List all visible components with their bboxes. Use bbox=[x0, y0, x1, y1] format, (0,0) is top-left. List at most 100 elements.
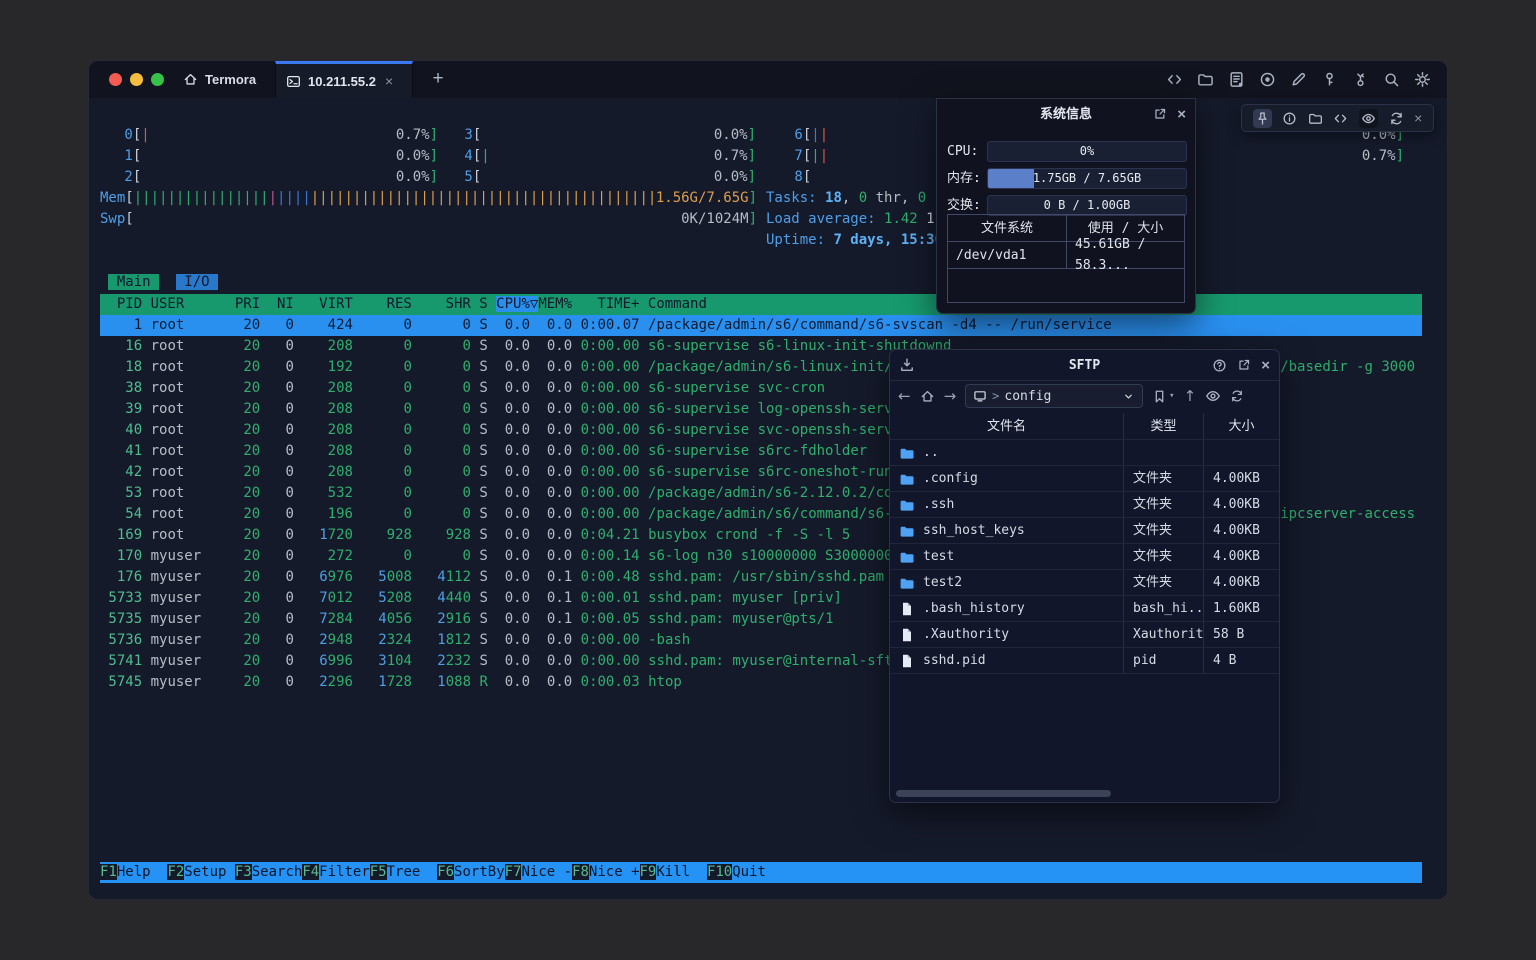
plus-icon: + bbox=[432, 68, 443, 90]
fkey-action-F7[interactable]: Nice - bbox=[521, 864, 572, 880]
fkey-F6[interactable]: F6 bbox=[437, 864, 454, 880]
open-in-window-icon[interactable] bbox=[1153, 107, 1167, 121]
new-tab-button[interactable]: + bbox=[425, 66, 451, 92]
minimize-window-button[interactable] bbox=[130, 73, 143, 86]
col-filename[interactable]: 文件名 bbox=[890, 416, 1123, 437]
close-tab-icon[interactable]: × bbox=[385, 73, 393, 89]
file-row[interactable]: sshd.pid pid 4 B bbox=[890, 647, 1279, 673]
file-row[interactable]: .. bbox=[890, 439, 1279, 465]
file-row[interactable]: .ssh 文件夹 4.00KB bbox=[890, 491, 1279, 517]
htop-table-header[interactable]: PID USER PRI NI VIRT RES SHR S CPU%▽MEM%… bbox=[100, 294, 1422, 315]
home-tab[interactable]: Termora bbox=[183, 61, 256, 98]
pin-icon[interactable] bbox=[1253, 109, 1272, 128]
sftp-toolbar: ← → > config ▾ ↑ bbox=[890, 381, 1279, 411]
horizontal-scrollbar[interactable] bbox=[896, 790, 1111, 797]
file-row[interactable]: .config 文件夹 4.00KB bbox=[890, 465, 1279, 491]
help-icon[interactable] bbox=[1212, 358, 1227, 373]
folder-icon bbox=[899, 523, 915, 539]
home-icon[interactable] bbox=[920, 389, 935, 404]
keychain-icon[interactable] bbox=[1352, 71, 1369, 88]
forward-icon[interactable]: → bbox=[944, 386, 957, 407]
record-icon[interactable] bbox=[1259, 71, 1276, 88]
cpu-meter-5: 5[0.0%] bbox=[456, 167, 756, 188]
fkey-action-F10[interactable]: Quit bbox=[732, 864, 783, 880]
fkey-action-F8[interactable]: Nice + bbox=[589, 864, 640, 880]
close-window-button[interactable] bbox=[109, 73, 122, 86]
code-icon[interactable] bbox=[1166, 71, 1183, 88]
fkey-action-F9[interactable]: Kill bbox=[656, 864, 707, 880]
folder-icon bbox=[899, 471, 915, 487]
terminal[interactable]: × 系统信息 × CPU: 0% 内存: 1.75GB / 7.65GB 交换:… bbox=[89, 98, 1447, 899]
close-icon[interactable]: × bbox=[1414, 108, 1422, 129]
close-panel-icon[interactable]: × bbox=[1177, 104, 1186, 125]
app-window: Termora 10.211.55.2 × + × 系统信息 × CPU: 0% bbox=[88, 60, 1448, 900]
search-icon[interactable] bbox=[1383, 71, 1400, 88]
path-segment: config bbox=[1004, 386, 1051, 407]
settings-icon[interactable] bbox=[1414, 71, 1431, 88]
download-icon[interactable] bbox=[899, 357, 915, 373]
fkey-F8[interactable]: F8 bbox=[572, 864, 589, 880]
eye-icon[interactable] bbox=[1205, 388, 1221, 404]
file-row[interactable]: ssh_host_keys 文件夹 4.00KB bbox=[890, 517, 1279, 543]
fkey-F9[interactable]: F9 bbox=[640, 864, 657, 880]
fkey-action-F2[interactable]: Setup bbox=[184, 864, 235, 880]
fkey-F2[interactable]: F2 bbox=[167, 864, 184, 880]
fkey-F7[interactable]: F7 bbox=[505, 864, 522, 880]
fkey-F3[interactable]: F3 bbox=[235, 864, 252, 880]
close-panel-icon[interactable]: × bbox=[1261, 355, 1270, 376]
path-combobox[interactable]: > config bbox=[965, 384, 1143, 408]
home-icon bbox=[183, 72, 198, 87]
file-row[interactable]: test2 文件夹 4.00KB bbox=[890, 569, 1279, 595]
refresh-icon[interactable] bbox=[1230, 389, 1244, 403]
info-icon[interactable] bbox=[1282, 111, 1297, 126]
file-row[interactable]: .Xauthority Xauthority 58 B bbox=[890, 621, 1279, 647]
metric-bar: 0 B / 1.00GB bbox=[987, 195, 1187, 216]
fkey-action-F1[interactable]: Help bbox=[117, 864, 168, 880]
file-name: sshd.pid bbox=[923, 650, 986, 671]
sftp-table-header: 文件名 类型 大小 bbox=[890, 413, 1279, 439]
folder-icon[interactable] bbox=[1308, 111, 1323, 126]
sftp-file-table: 文件名 类型 大小 .. .config 文件夹 4.00KB .ssh 文件夹… bbox=[890, 413, 1279, 674]
code-icon[interactable] bbox=[1333, 111, 1348, 126]
refresh-icon[interactable] bbox=[1389, 111, 1404, 126]
sort-column-cpu[interactable]: CPU%▽ bbox=[496, 296, 538, 312]
cpu-meter-1: 1[0.0%] bbox=[116, 146, 438, 167]
upload-icon[interactable]: ↑ bbox=[1184, 386, 1197, 407]
bookmark-button[interactable]: ▾ bbox=[1152, 386, 1174, 407]
chevron-down-icon: ▾ bbox=[1169, 386, 1174, 407]
file-name: .config bbox=[923, 468, 978, 489]
terminal-icon bbox=[286, 74, 301, 89]
fkey-action-F4[interactable]: Filter bbox=[319, 864, 370, 880]
log-icon[interactable] bbox=[1228, 71, 1245, 88]
maximize-window-button[interactable] bbox=[151, 73, 164, 86]
fkey-action-F5[interactable]: Tree bbox=[387, 864, 438, 880]
sftp-title: SFTP bbox=[1069, 355, 1100, 376]
file-name: test2 bbox=[923, 572, 962, 593]
key-icon[interactable] bbox=[1321, 71, 1338, 88]
fkey-F4[interactable]: F4 bbox=[302, 864, 319, 880]
process-row-1[interactable]: 1 root 20 0 424 0 0 S 0.0 0.0 0:00.07 /p… bbox=[100, 315, 1422, 336]
fkey-action-F3[interactable]: Search bbox=[252, 864, 303, 880]
fs-usage: 45.61GB / 58.3... bbox=[1066, 242, 1184, 268]
col-size[interactable]: 大小 bbox=[1203, 413, 1279, 439]
htop-tab-io[interactable]: I/O bbox=[176, 274, 218, 290]
fs-row[interactable]: /dev/vda1 45.61GB / 58.3... bbox=[948, 242, 1184, 269]
col-type[interactable]: 类型 bbox=[1123, 413, 1203, 439]
metric-value: 1.75GB / 7.65GB bbox=[988, 169, 1186, 188]
open-in-window-icon[interactable] bbox=[1237, 358, 1251, 372]
file-size: 1.60KB bbox=[1203, 596, 1279, 621]
file-type: pid bbox=[1123, 648, 1203, 673]
fkey-F10[interactable]: F10 bbox=[707, 864, 732, 880]
file-row[interactable]: .bash_history bash_hi... 1.60KB bbox=[890, 595, 1279, 621]
eye-icon[interactable] bbox=[1359, 109, 1378, 128]
back-icon[interactable]: ← bbox=[898, 386, 911, 407]
fkey-F5[interactable]: F5 bbox=[370, 864, 387, 880]
fkey-action-F6[interactable]: SortBy bbox=[454, 864, 505, 880]
file-row[interactable]: test 文件夹 4.00KB bbox=[890, 543, 1279, 569]
fkey-F1[interactable]: F1 bbox=[100, 864, 117, 880]
edit-icon[interactable] bbox=[1290, 71, 1307, 88]
folder-icon bbox=[899, 575, 915, 591]
tab-session[interactable]: 10.211.55.2 × bbox=[275, 61, 413, 98]
folder-icon[interactable] bbox=[1197, 71, 1214, 88]
htop-tab-main[interactable]: Main bbox=[108, 274, 159, 290]
